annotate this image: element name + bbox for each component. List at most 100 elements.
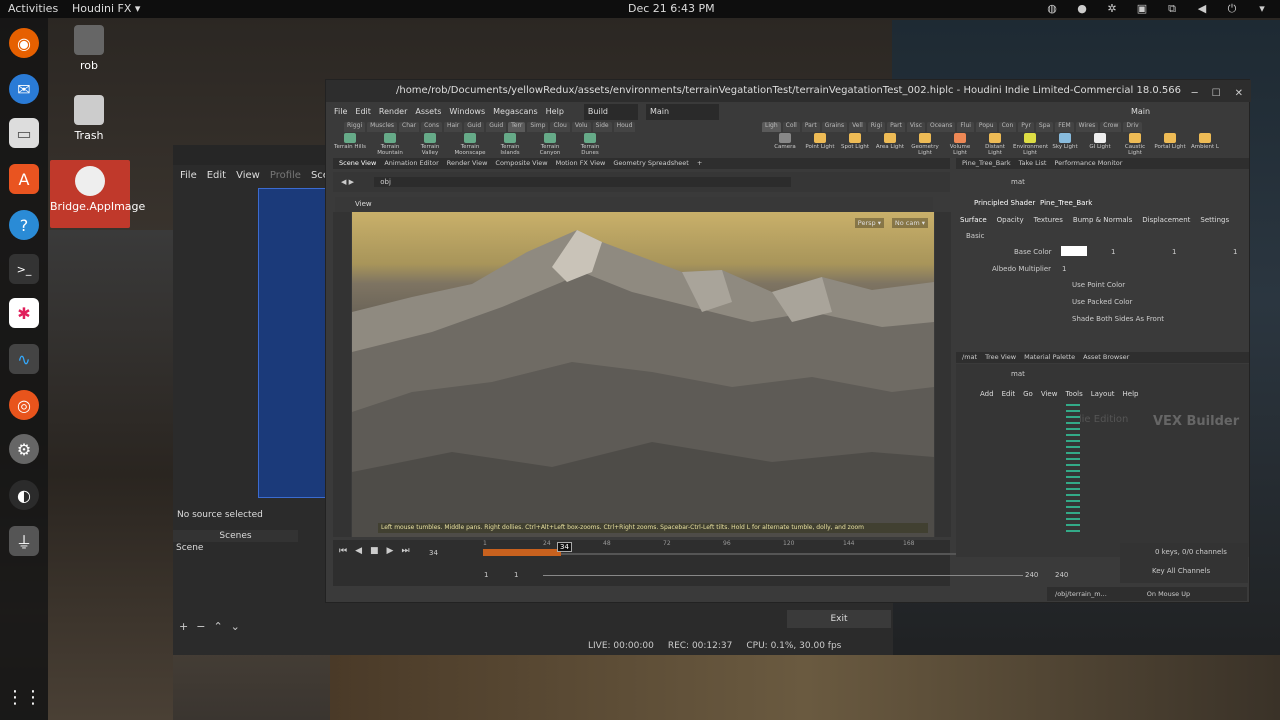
shelf-tab[interactable]: Houd	[613, 122, 636, 132]
maximize-button[interactable]: ☐	[1212, 83, 1221, 105]
shelf-tab[interactable]: Simp	[527, 122, 549, 132]
stop-icon[interactable]: ■	[370, 546, 379, 556]
back-icon[interactable]: ◀ ▶	[341, 178, 354, 186]
terrain-dunes-tool[interactable]: Terrain Dunes	[573, 133, 607, 159]
playback-start[interactable]: 1	[514, 571, 518, 579]
albedo-value[interactable]: 1	[1062, 265, 1066, 273]
shelf-tab[interactable]: Pyr	[1018, 122, 1034, 132]
shelf-tab[interactable]: Char	[399, 122, 420, 132]
geometry-light-tool[interactable]: Geometry Light	[908, 133, 942, 159]
shade-both-sides[interactable]: Shade Both Sides As Front	[1072, 315, 1164, 323]
key-all-channels[interactable]: Key All Channels	[1152, 567, 1210, 575]
shelf-tab[interactable]: Rigi	[867, 122, 886, 132]
menu-help[interactable]: Help	[546, 104, 564, 120]
menu-assets[interactable]: Assets	[415, 104, 441, 120]
tab-animation-editor[interactable]: Animation Editor	[384, 158, 438, 169]
main-select[interactable]: Main	[646, 104, 720, 120]
obs-menu-edit[interactable]: Edit	[207, 167, 226, 185]
add-scene-button[interactable]: +	[179, 620, 188, 636]
trash[interactable]: Trash	[54, 95, 124, 142]
monitor-icon[interactable]: ∿	[9, 344, 39, 374]
shelf-tab[interactable]: FEM	[1055, 122, 1074, 132]
tab-take-list[interactable]: Take List	[1019, 158, 1047, 169]
tab-performance-monitor[interactable]: Performance Monitor	[1054, 158, 1122, 169]
shelf-tab[interactable]: Coll	[782, 122, 800, 132]
close-button[interactable]: ✕	[1235, 83, 1243, 105]
tab-bump-normals[interactable]: Bump & Normals	[1073, 216, 1132, 224]
network-wired-icon[interactable]: ⧉	[1164, 1, 1180, 17]
spot-light-tool[interactable]: Spot Light	[838, 133, 872, 159]
shader-name[interactable]: Pine_Tree_Bark	[1040, 199, 1092, 207]
shelf-tab[interactable]: Popu	[975, 122, 997, 132]
sky-light-tool[interactable]: Sky Light	[1048, 133, 1082, 159]
net-menu-layout[interactable]: Layout	[1091, 390, 1115, 398]
app-indicator-icon[interactable]: ●	[1074, 1, 1090, 17]
range-slider[interactable]	[543, 575, 1023, 576]
obs-preview[interactable]	[258, 188, 328, 498]
firefox-icon[interactable]: ◉	[9, 28, 39, 58]
playback-end[interactable]: 240	[1025, 571, 1038, 579]
play-icon[interactable]: ▶	[387, 546, 394, 556]
shelf-tab[interactable]: Guid	[464, 122, 485, 132]
settings-icon[interactable]: ⚙	[9, 434, 39, 464]
shelf-tab[interactable]: Wires	[1075, 122, 1099, 132]
shelf-tab[interactable]: Part	[887, 122, 905, 132]
tab-opacity[interactable]: Opacity	[997, 216, 1024, 224]
home-folder[interactable]: rob	[54, 25, 124, 72]
path-obj[interactable]: obj	[374, 177, 791, 187]
volume-light-tool[interactable]: Volume Light	[943, 133, 977, 159]
shelf-tab[interactable]: Cons	[421, 122, 442, 132]
shelf-tab[interactable]: Hair	[443, 122, 463, 132]
shelf-tab[interactable]: Con	[998, 122, 1017, 132]
shelf-tab[interactable]: Grains	[821, 122, 848, 132]
shelf-tab[interactable]: Oceans	[927, 122, 956, 132]
tab-tree-view[interactable]: Tree View	[985, 352, 1016, 363]
shelf-tab[interactable]: Part	[801, 122, 820, 132]
viewport-3d[interactable]: Persp ▾ No cam ▾	[352, 212, 934, 537]
section-basic[interactable]: Basic	[966, 232, 985, 240]
move-up-button[interactable]: ⌃	[213, 620, 222, 636]
tab-displacement[interactable]: Displacement	[1142, 216, 1190, 224]
menu-megascans[interactable]: Megascans	[493, 104, 538, 120]
net-menu-help[interactable]: Help	[1123, 390, 1139, 398]
node-graph[interactable]	[1066, 404, 1080, 534]
obs-menu-file[interactable]: File	[180, 167, 197, 185]
usb-icon[interactable]: ⏚	[9, 526, 39, 556]
network-editor[interactable]: mat Add Edit Go View Tools Layout Help I…	[956, 364, 1249, 557]
obs-menu-view[interactable]: View	[236, 167, 260, 185]
menu-chevron-icon[interactable]: ▾	[1254, 1, 1270, 17]
shelf-tab[interactable]: Muscles	[367, 122, 398, 132]
tab-material-palette[interactable]: Material Palette	[1024, 352, 1075, 363]
mat-path[interactable]: mat	[1011, 178, 1025, 186]
desktop-select[interactable]: Build	[583, 104, 638, 120]
base-color-b[interactable]: 1	[1233, 248, 1237, 256]
terrain-mountain-tool[interactable]: Terrain Mountain	[373, 133, 407, 159]
obs-icon[interactable]: ◐	[9, 480, 39, 510]
shelf-tab-lights[interactable]: Ligh	[762, 122, 781, 132]
remove-scene-button[interactable]: −	[196, 620, 205, 636]
power-icon[interactable]: ⏻	[1224, 1, 1240, 17]
net-menu-go[interactable]: Go	[1023, 390, 1033, 398]
terrain-hills-tool[interactable]: Terrain Hills	[333, 133, 367, 159]
shelf-tab[interactable]: Flui	[957, 122, 974, 132]
files-icon[interactable]: ▭	[9, 118, 39, 148]
minimize-button[interactable]: ─	[1192, 83, 1198, 105]
tab-mat[interactable]: /mat	[962, 352, 977, 363]
net-menu-view[interactable]: View	[1041, 390, 1058, 398]
net-menu-edit[interactable]: Edit	[1002, 390, 1016, 398]
move-down-button[interactable]: ⌄	[231, 620, 240, 636]
shelf-tab[interactable]: Visc	[906, 122, 925, 132]
tab-motion-fx-view[interactable]: Motion FX View	[556, 158, 606, 169]
viewport-right-toolbar[interactable]	[935, 212, 951, 537]
terrain-canyon-tool[interactable]: Terrain Canyon	[533, 133, 567, 159]
start-frame[interactable]: 1	[484, 571, 488, 579]
shelf-tab[interactable]: Spa	[1035, 122, 1054, 132]
volume-icon[interactable]: ◀	[1194, 1, 1210, 17]
software-icon[interactable]: A	[9, 164, 39, 194]
apps-grid-icon[interactable]: ⋮⋮	[6, 682, 42, 712]
end-frame[interactable]: 240	[1055, 571, 1068, 579]
tab-textures[interactable]: Textures	[1034, 216, 1063, 224]
bridge-appimage[interactable]: Bridge.AppImage	[50, 160, 145, 228]
shelf-tab[interactable]: Side	[592, 122, 612, 132]
shelf-tab[interactable]: Volu	[571, 122, 591, 132]
